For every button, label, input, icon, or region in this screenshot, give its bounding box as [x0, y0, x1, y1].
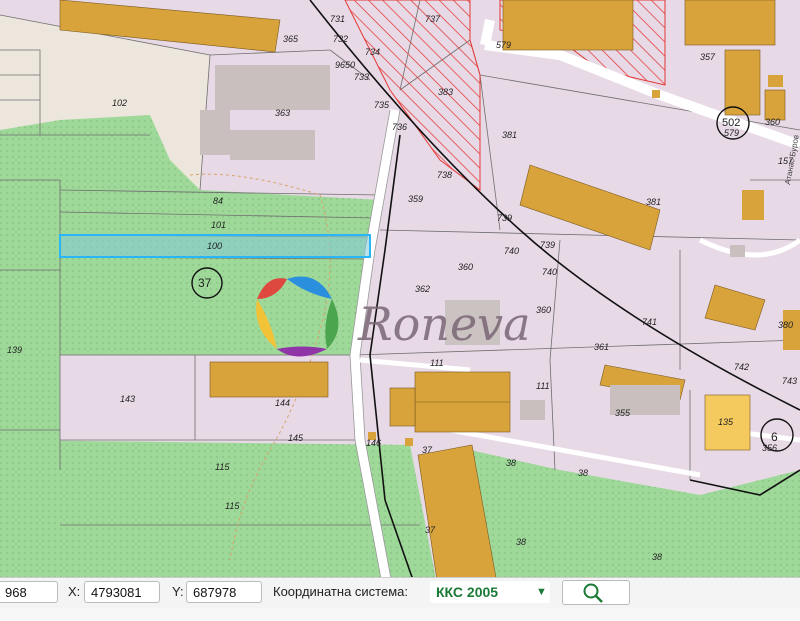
- bottom-strip: [0, 608, 800, 621]
- parcel-label: 383: [438, 87, 453, 97]
- parcel-label: 360: [765, 117, 780, 127]
- parcel-label: 743: [782, 376, 797, 386]
- parcel-label: 738: [437, 170, 452, 180]
- parcel-label: 100: [207, 241, 222, 251]
- parcel-label: 145: [288, 433, 304, 443]
- roneva-wordmark: Roneva: [357, 297, 531, 351]
- parcel-label: 84: [213, 196, 223, 206]
- parcel-label: 579: [496, 40, 511, 50]
- magnifier-icon: [583, 583, 603, 603]
- x-coordinate-field[interactable]: 4793081: [84, 581, 160, 603]
- coordinate-system-select[interactable]: ККС 2005: [430, 581, 550, 603]
- parcel-label: 740: [542, 267, 557, 277]
- parcel-label: 38: [652, 552, 662, 562]
- coordinate-system-label: Координатна система:: [273, 584, 408, 599]
- parcel-label: 735: [374, 100, 390, 110]
- parcel-label: 357: [700, 52, 716, 62]
- parcel-label: 381: [646, 197, 661, 207]
- parcel-label: 38: [516, 537, 526, 547]
- parcel-label: 102: [112, 98, 127, 108]
- parcel-label: 355: [615, 408, 631, 418]
- coordinate-toolbar: 968 X: 4793081 Y: 687978 Координатна сис…: [0, 577, 800, 609]
- parcel-label: 737: [425, 14, 441, 24]
- parcel-label: 101: [211, 220, 226, 230]
- parcel-label: 740: [504, 246, 519, 256]
- parcel-label: 115: [215, 462, 230, 472]
- parcel-label: 115: [225, 501, 240, 511]
- parcel-label: 739: [497, 213, 512, 223]
- parcel-label: 9650: [335, 60, 355, 70]
- parcel-label: 732: [333, 34, 348, 44]
- x-label: X:: [68, 584, 81, 599]
- badge-number: 37: [198, 276, 212, 290]
- parcel-label: 741: [642, 317, 657, 327]
- parcel-label: 361: [594, 342, 609, 352]
- badge-number: 6: [771, 430, 778, 444]
- parcel-label: 143: [120, 394, 135, 404]
- left-coordinate-field[interactable]: 968: [0, 581, 58, 603]
- parcel-label: 731: [330, 14, 345, 24]
- parcel-label: 111: [536, 381, 550, 391]
- coordinate-system-value: ККС 2005: [436, 584, 499, 600]
- parcel-label: 356: [762, 443, 777, 453]
- parcel-label: 139: [7, 345, 22, 355]
- parcel-label: 380: [778, 320, 793, 330]
- cadastral-map[interactable]: 731 737 579 357 365 732 9650 734 733 102…: [0, 0, 800, 621]
- parcel-label: 365: [283, 34, 299, 44]
- parcel-label: 742: [734, 362, 749, 372]
- y-label: Y:: [172, 584, 184, 599]
- parcel-label: 135: [718, 417, 734, 427]
- parcel-label: 37: [425, 525, 436, 535]
- parcel-label: 38: [506, 458, 516, 468]
- parcel-label: 360: [458, 262, 473, 272]
- parcel-label: 146: [366, 438, 381, 448]
- parcel-label: 733: [354, 72, 369, 82]
- parcel-label: 363: [275, 108, 290, 118]
- y-coordinate-field[interactable]: 687978: [186, 581, 262, 603]
- parcel-label: 38: [578, 468, 588, 478]
- search-button[interactable]: [562, 580, 630, 605]
- parcel-label: 37: [422, 445, 433, 455]
- triangle-down-icon[interactable]: ▼: [536, 581, 547, 603]
- parcel-label: 736: [392, 122, 407, 132]
- parcel-label: 362: [415, 284, 430, 294]
- parcel-label: 360: [536, 305, 551, 315]
- parcel-label: 734: [365, 47, 380, 57]
- parcel-label: 144: [275, 398, 290, 408]
- parcel-label: 381: [502, 130, 517, 140]
- parcel-label: 359: [408, 194, 423, 204]
- parcel-label: 111: [430, 358, 444, 368]
- parcel-label: 739: [540, 240, 555, 250]
- parcel-label: 579: [724, 128, 739, 138]
